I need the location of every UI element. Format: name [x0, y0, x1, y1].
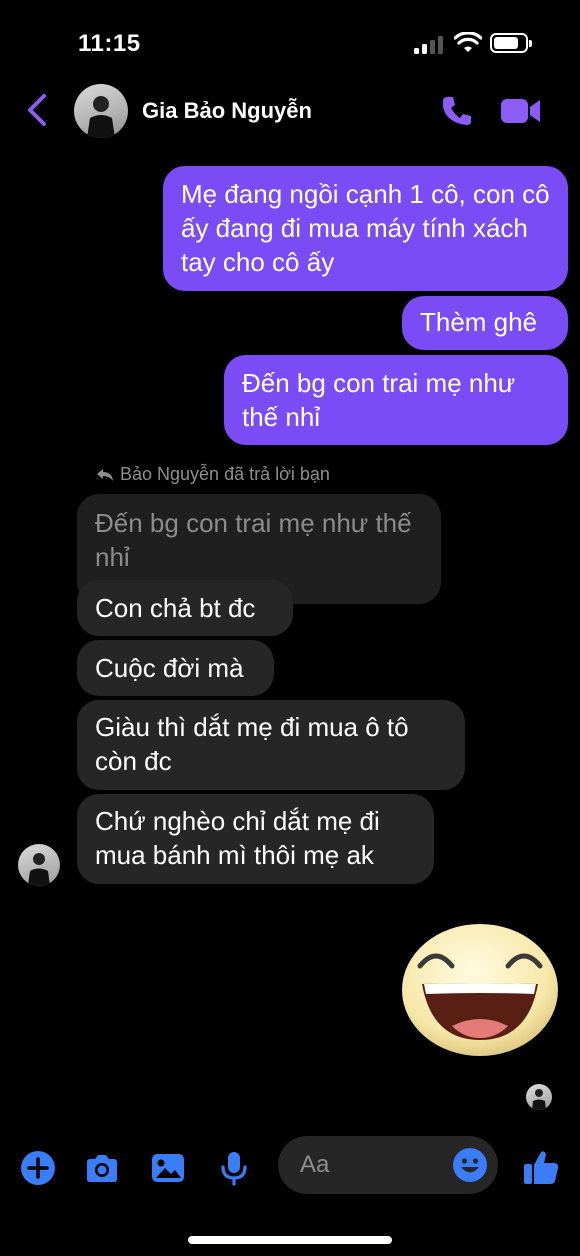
message-input[interactable] — [300, 1146, 450, 1184]
message-text: Giàu thì dắt mẹ đi mua ô tô còn đc — [95, 712, 409, 776]
outgoing-message[interactable]: Mẹ đang ngồi cạnh 1 cô, con cô ấy đang đ… — [163, 166, 568, 291]
incoming-message[interactable]: Chứ nghèo chỉ dắt mẹ đi mua bánh mì thôi… — [77, 794, 434, 884]
reply-note-text: Bảo Nguyễn đã trả lời bạn — [120, 464, 330, 484]
outgoing-message[interactable]: Đến bg con trai mẹ như thế nhỉ — [224, 355, 568, 445]
cellular-signal-icon — [414, 36, 444, 54]
contact-avatar[interactable] — [74, 84, 128, 138]
status-time: 11:15 — [78, 30, 141, 57]
incoming-message[interactable]: Con chả bt đc — [77, 580, 293, 636]
quoted-text: Đến bg con trai mẹ như thế nhỉ — [95, 508, 412, 572]
home-indicator[interactable] — [188, 1236, 392, 1244]
back-chevron-icon[interactable] — [22, 92, 54, 128]
wifi-icon — [454, 32, 482, 52]
message-text: Con chả bt đc — [95, 593, 256, 623]
message-input-field[interactable] — [278, 1136, 498, 1194]
outgoing-message[interactable]: Thèm ghê — [402, 296, 568, 350]
status-bar: 11:15 — [0, 0, 580, 80]
incoming-message[interactable]: Cuộc đời mà — [77, 640, 274, 696]
message-text: Thèm ghê — [420, 307, 538, 337]
sender-avatar[interactable] — [18, 844, 60, 886]
chat-header: Gia Bảo Nguyễn — [0, 80, 580, 144]
camera-icon[interactable] — [84, 1150, 120, 1186]
message-composer — [0, 1134, 580, 1200]
message-text: Đến bg con trai mẹ như thế nhỉ — [242, 368, 516, 432]
phone-call-icon[interactable] — [440, 94, 474, 128]
thumbs-up-icon[interactable] — [522, 1148, 560, 1186]
message-thread: Mẹ đang ngồi cạnh 1 cô, con cô ấy đang đ… — [0, 144, 580, 1110]
battery-icon — [490, 33, 532, 53]
video-call-icon[interactable] — [500, 96, 542, 126]
emoji-picker-icon[interactable] — [452, 1147, 488, 1183]
laughing-emoji-sticker[interactable] — [400, 922, 560, 1058]
reply-arrow-icon — [97, 468, 113, 481]
seen-indicator-avatar — [526, 1084, 552, 1110]
contact-name[interactable]: Gia Bảo Nguyễn — [142, 98, 312, 124]
photo-gallery-icon[interactable] — [150, 1150, 186, 1186]
reply-indicator: Bảo Nguyễn đã trả lời bạn — [96, 464, 330, 485]
message-text: Chứ nghèo chỉ dắt mẹ đi mua bánh mì thôi… — [95, 806, 380, 870]
message-text: Mẹ đang ngồi cạnh 1 cô, con cô ấy đang đ… — [181, 179, 550, 277]
plus-circle-icon[interactable] — [20, 1150, 56, 1186]
microphone-icon[interactable] — [216, 1150, 252, 1186]
incoming-message[interactable]: Giàu thì dắt mẹ đi mua ô tô còn đc — [77, 700, 465, 790]
message-text: Cuộc đời mà — [95, 653, 244, 683]
